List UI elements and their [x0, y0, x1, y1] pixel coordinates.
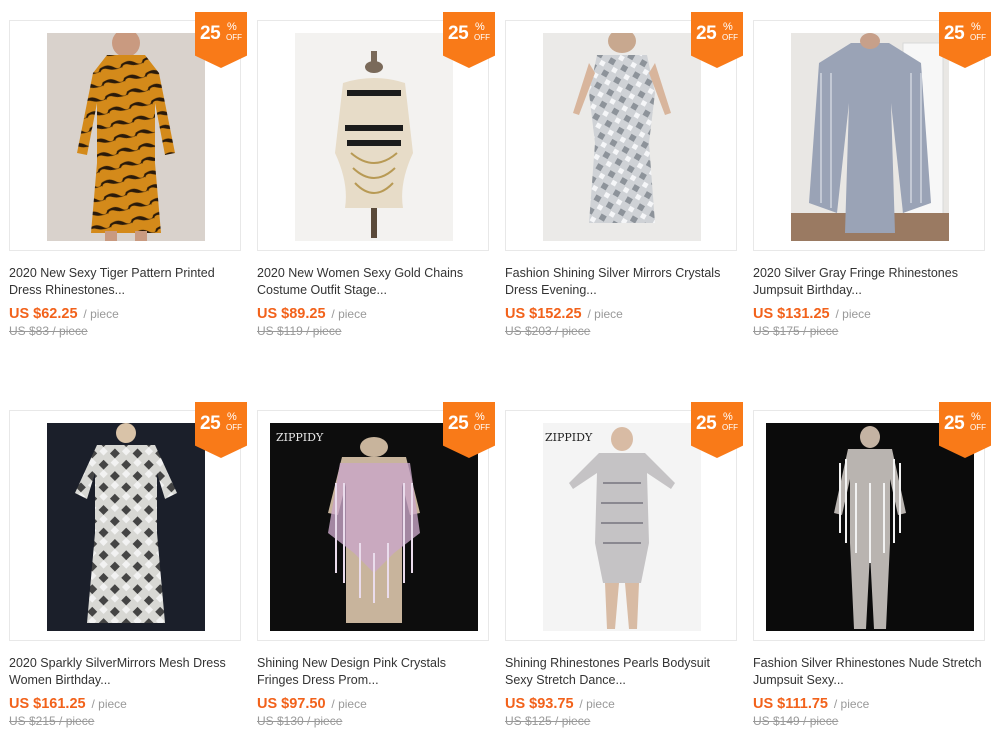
price-line: US $97.50 / piece — [257, 695, 489, 712]
discount-percent: % — [971, 21, 981, 33]
product-thumbnail[interactable]: 25 % OFF — [9, 402, 247, 641]
product-card[interactable]: 25 % OFF Fashion Silver Rhinestones Nude… — [753, 402, 991, 728]
sale-price: US $111.75 — [753, 696, 828, 712]
original-price: US $125 / piece — [505, 714, 591, 728]
product-grid: 25 % OFF 2020 New Sexy Tiger Pattern Pri… — [0, 0, 1000, 751]
discount-off: OFF — [722, 33, 738, 42]
original-price: US $130 / piece — [257, 714, 343, 728]
product-image-silver-nude-jumpsuit[interactable] — [766, 423, 974, 631]
product-card[interactable]: 25 % OFF 2020 New Sexy Tiger Pattern Pri… — [9, 12, 247, 338]
price-unit: / piece — [835, 307, 871, 321]
product-image-fringe-jumpsuit[interactable] — [791, 33, 949, 241]
original-price: US $215 / piece — [9, 714, 95, 728]
product-thumbnail[interactable]: 25 % OFF — [9, 12, 247, 251]
product-title-link[interactable]: 2020 Silver Gray Fringe Rhinestones Jump… — [753, 265, 985, 299]
product-title-link[interactable]: Shining New Design Pink Crystals Fringes… — [257, 655, 489, 689]
sale-price: US $62.25 — [9, 306, 78, 322]
price-line: US $62.25 / piece — [9, 305, 241, 322]
product-thumbnail[interactable]: ZIPPIDY 25 % OFF — [257, 402, 495, 641]
price-unit: / piece — [587, 307, 623, 321]
discount-value: 25 — [448, 413, 469, 434]
product-image-gold-chains[interactable] — [295, 33, 453, 241]
discount-percent: % — [723, 21, 733, 33]
price-unit: / piece — [331, 307, 367, 321]
price-unit: / piece — [833, 697, 870, 711]
price-line: US $131.25 / piece — [753, 305, 985, 322]
discount-value: 25 — [448, 23, 469, 44]
product-title-link[interactable]: 2020 New Women Sexy Gold Chains Costume … — [257, 265, 489, 299]
discount-off: OFF — [226, 423, 242, 432]
product-thumbnail[interactable]: 25 % OFF — [753, 12, 991, 251]
sale-price: US $131.25 — [753, 306, 830, 322]
discount-percent: % — [723, 411, 733, 423]
price-line: US $89.25 / piece — [257, 305, 489, 322]
product-thumbnail[interactable]: ZIPPIDY 25 % OFF — [505, 402, 743, 641]
product-card[interactable]: ZIPPIDY 25 % OFF Shining New Design Pink… — [257, 402, 495, 728]
product-title-link[interactable]: Shining Rhinestones Pearls Bodysuit Sexy… — [505, 655, 737, 689]
product-thumbnail[interactable]: 25 % OFF — [257, 12, 495, 251]
discount-value: 25 — [696, 23, 717, 44]
original-price: US $175 / piece — [753, 324, 839, 338]
product-image-silver-mirror-dress[interactable] — [543, 33, 701, 241]
product-title-link[interactable]: Fashion Shining Silver Mirrors Crystals … — [505, 265, 737, 299]
sale-price: US $152.25 — [505, 306, 582, 322]
price-line: US $161.25 / piece — [9, 695, 241, 712]
product-card[interactable]: 25 % OFF 2020 New Women Sexy Gold Chains… — [257, 12, 495, 338]
sale-price: US $161.25 — [9, 696, 86, 712]
product-thumbnail[interactable]: 25 % OFF — [753, 402, 991, 641]
discount-off: OFF — [970, 423, 986, 432]
price-line: US $93.75 / piece — [505, 695, 737, 712]
discount-off: OFF — [474, 423, 490, 432]
brand-watermark: ZIPPIDY — [545, 431, 593, 444]
product-image-rhinestone-bodysuit[interactable]: ZIPPIDY — [543, 423, 701, 631]
price-line: US $152.25 / piece — [505, 305, 737, 322]
product-title-link[interactable]: 2020 New Sexy Tiger Pattern Printed Dres… — [9, 265, 241, 299]
brand-watermark: ZIPPIDY — [276, 431, 324, 444]
discount-value: 25 — [944, 23, 965, 44]
product-title-link[interactable]: Fashion Silver Rhinestones Nude Stretch … — [753, 655, 985, 689]
price-unit: / piece — [579, 697, 615, 711]
discount-percent: % — [475, 411, 485, 423]
original-price: US $119 / piece — [257, 324, 342, 338]
original-price: US $203 / piece — [505, 324, 591, 338]
product-title-link[interactable]: 2020 Sparkly SilverMirrors Mesh Dress Wo… — [9, 655, 241, 689]
discount-percent: % — [227, 21, 237, 33]
original-price: US $149 / piece — [753, 714, 839, 728]
original-price: US $83 / piece — [9, 324, 88, 338]
price-line: US $111.75 / piece — [753, 695, 985, 712]
discount-percent: % — [475, 21, 485, 33]
product-card[interactable]: ZIPPIDY 25 % OFF Shining Rhinestones Pea… — [505, 402, 743, 728]
discount-off: OFF — [226, 33, 242, 42]
discount-value: 25 — [200, 23, 221, 44]
product-image-sparkly-mirror-dress[interactable] — [47, 423, 205, 631]
discount-off: OFF — [474, 33, 490, 42]
product-card[interactable]: 25 % OFF Fashion Shining Silver Mirrors … — [505, 12, 743, 338]
price-unit: / piece — [331, 697, 367, 711]
discount-off: OFF — [970, 33, 986, 42]
sale-price: US $93.75 — [505, 696, 574, 712]
sale-price: US $89.25 — [257, 306, 326, 322]
discount-percent: % — [227, 411, 237, 423]
discount-off: OFF — [722, 423, 738, 432]
product-thumbnail[interactable]: 25 % OFF — [505, 12, 743, 251]
product-image-tiger-dress[interactable] — [47, 33, 205, 241]
discount-value: 25 — [696, 413, 717, 434]
price-unit: / piece — [83, 307, 119, 321]
product-card[interactable]: 25 % OFF 2020 Silver Gray Fringe Rhinest… — [753, 12, 991, 338]
product-image-pink-crystal-fringe-dress[interactable]: ZIPPIDY — [270, 423, 478, 631]
discount-value: 25 — [944, 413, 965, 434]
discount-percent: % — [971, 411, 981, 423]
sale-price: US $97.50 — [257, 696, 326, 712]
discount-value: 25 — [200, 413, 221, 434]
price-unit: / piece — [91, 697, 127, 711]
product-card[interactable]: 25 % OFF 2020 Sparkly SilverMirrors Mesh… — [9, 402, 247, 728]
